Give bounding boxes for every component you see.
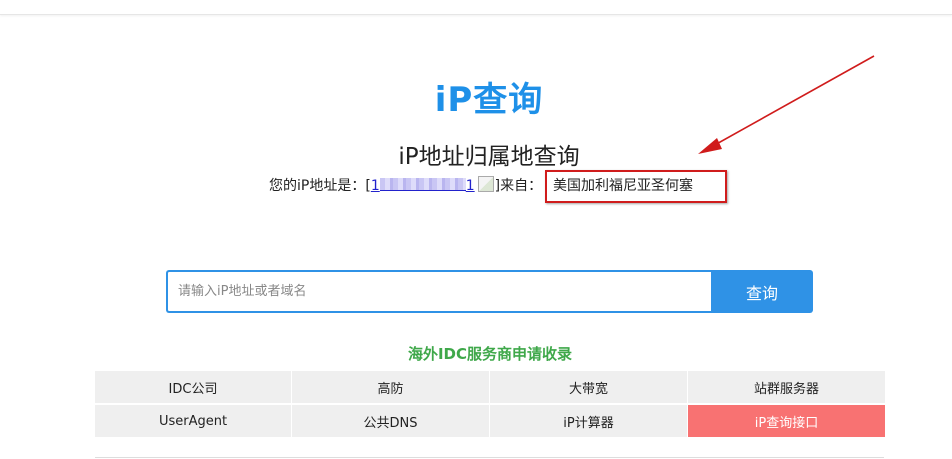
broken-image-icon — [477, 176, 494, 192]
link-public-dns[interactable]: 公共DNS — [292, 405, 489, 437]
ip-search-input[interactable] — [166, 270, 711, 313]
ip-location-annotation: 美国加利福尼亚圣何塞 — [545, 170, 727, 203]
arrow-shaft — [703, 55, 875, 152]
top-bar — [0, 0, 952, 15]
links-grid: IDC公司 高防 大带宽 站群服务器 UserAgent 公共DNS iP计算器… — [95, 371, 885, 437]
ip-prefix-label: 您的iP地址是： — [269, 178, 366, 194]
ip-address-end: 1 — [465, 178, 475, 194]
link-ip-calculator[interactable]: iP计算器 — [490, 405, 687, 437]
link-site-cluster-server[interactable]: 站群服务器 — [688, 371, 885, 403]
search-bar: 查询 — [166, 270, 813, 313]
ip-address-start: 1 — [370, 178, 380, 194]
link-useragent[interactable]: UserAgent — [95, 405, 291, 437]
divider — [95, 457, 884, 458]
ip-info-line: 您的iP地址是：[1 1]来自： — [269, 176, 542, 196]
link-ip-query-api[interactable]: iP查询接口 — [688, 405, 885, 437]
annotation-arrow-icon — [698, 55, 875, 154]
ip-address-redacted — [379, 178, 466, 191]
link-high-defense[interactable]: 高防 — [292, 371, 489, 403]
link-idc-company[interactable]: IDC公司 — [95, 371, 291, 403]
link-large-bandwidth[interactable]: 大带宽 — [490, 371, 687, 403]
arrow-head — [698, 138, 722, 154]
from-label: 来自： — [500, 178, 543, 194]
search-button[interactable]: 查询 — [711, 270, 813, 313]
ip-address-link[interactable]: 11 — [371, 178, 475, 194]
section-title-idc-apply[interactable]: 海外IDC服务商申请收录 — [0, 343, 952, 364]
ip-location-text: 美国加利福尼亚圣何塞 — [553, 178, 693, 194]
